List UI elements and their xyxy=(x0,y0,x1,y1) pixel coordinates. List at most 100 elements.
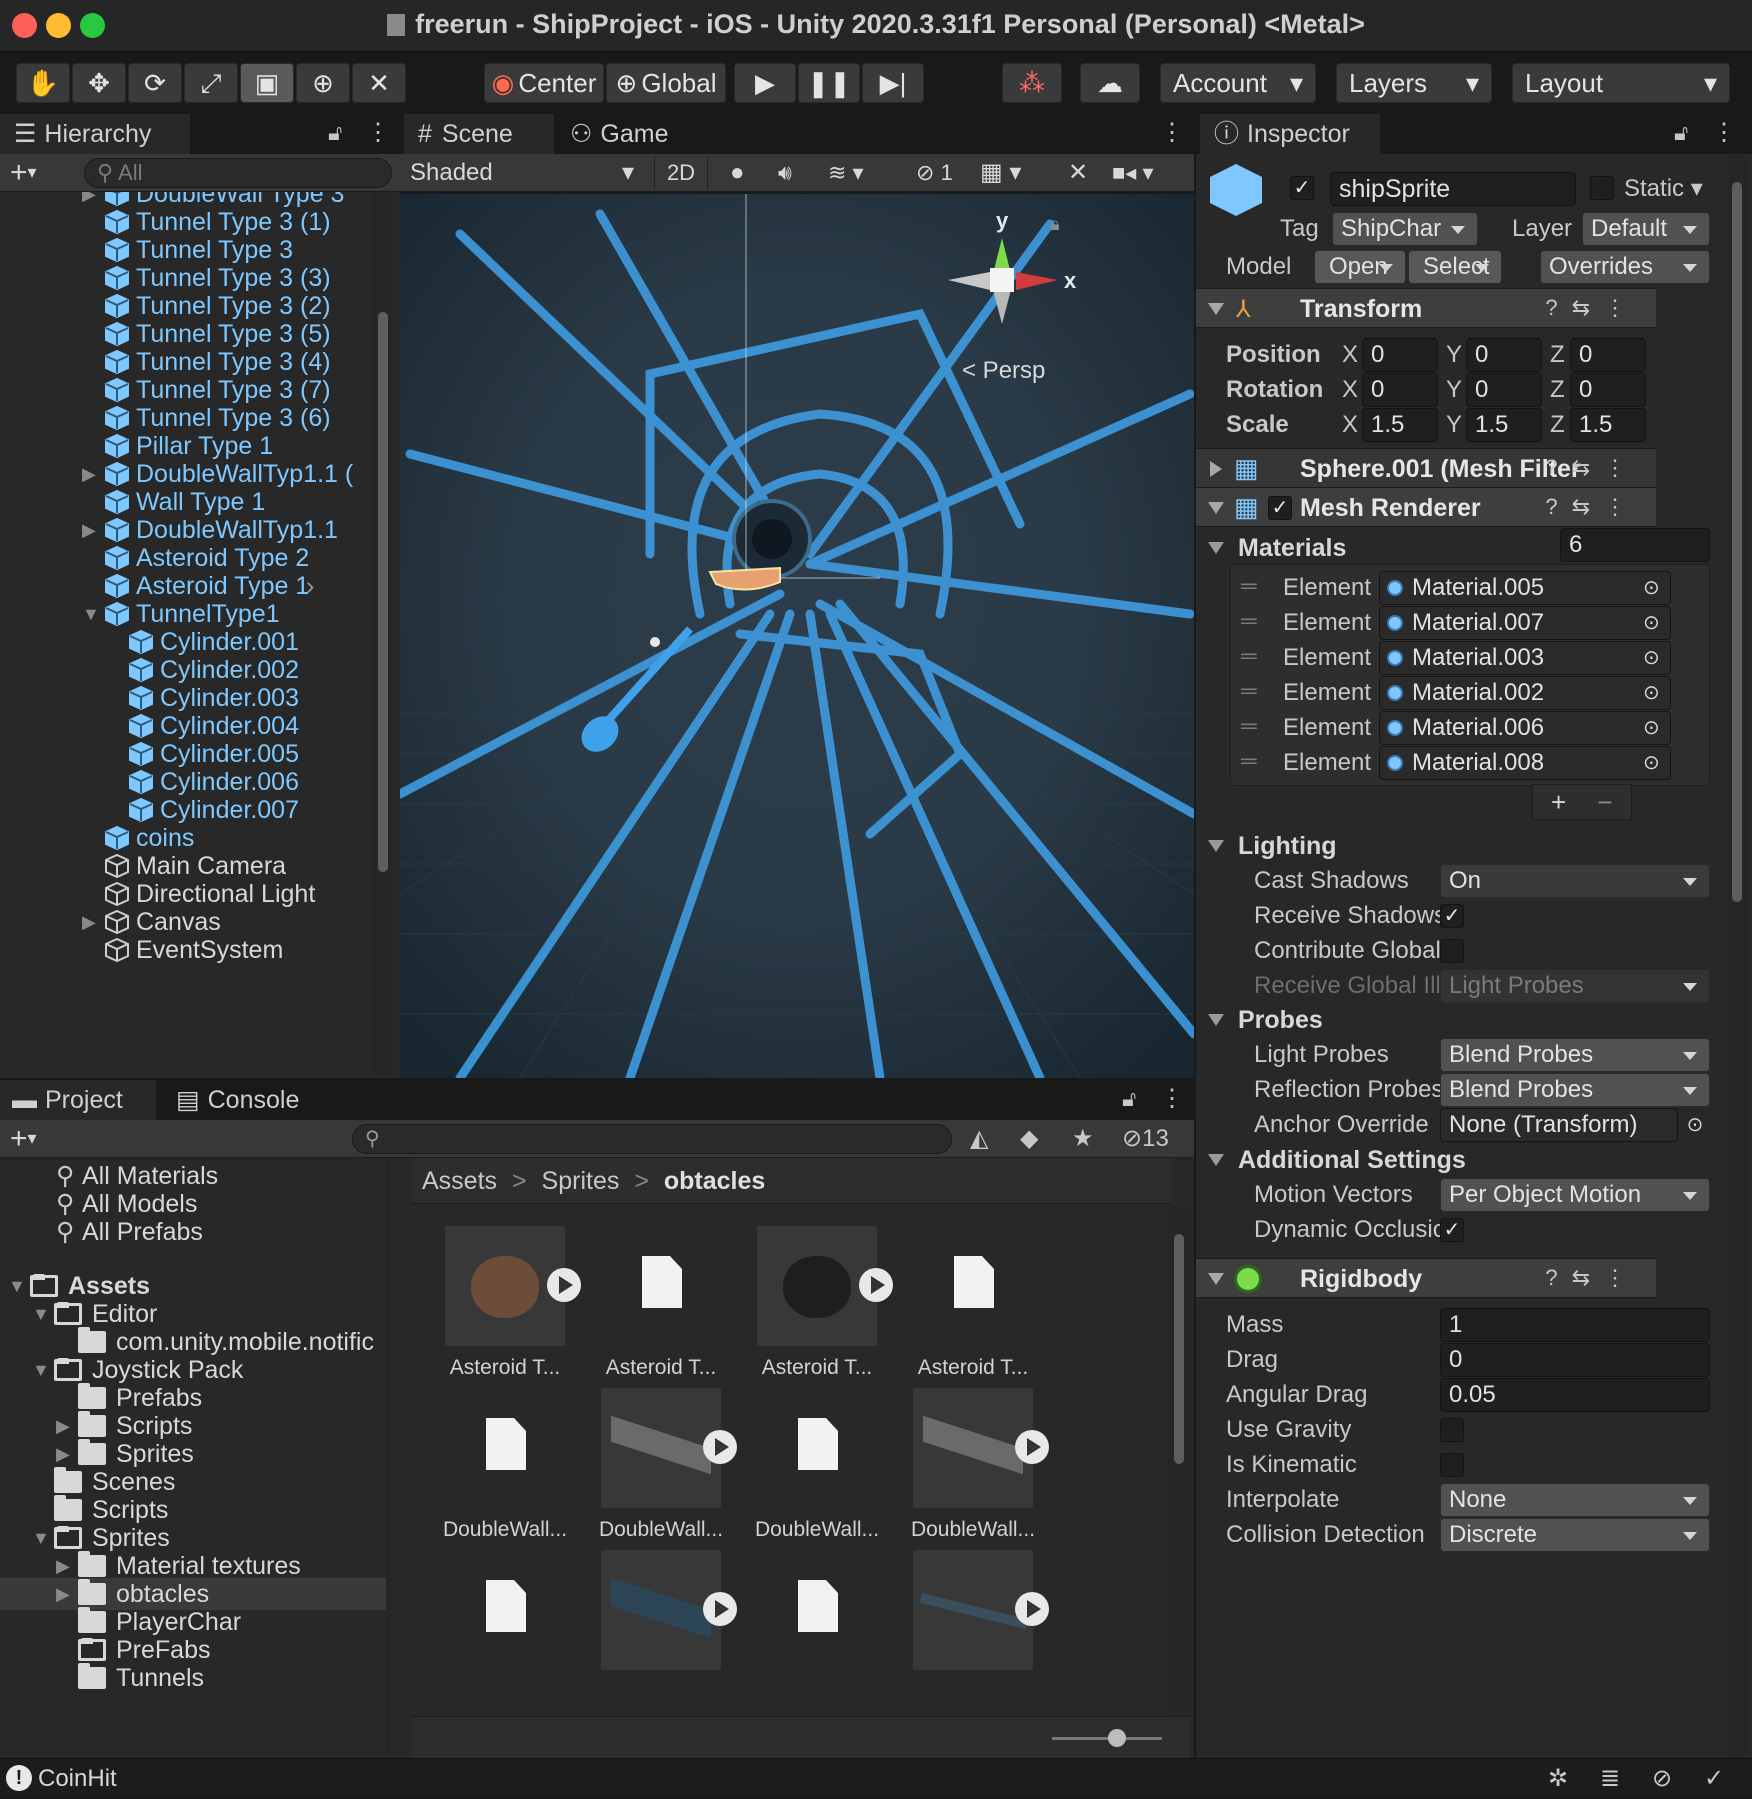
anchor-override-field[interactable]: None (Transform) xyxy=(1440,1108,1678,1142)
tab-game[interactable]: ⚇ Game xyxy=(556,114,706,154)
transform-header[interactable]: ⅄ Transform ?⇆⋮ xyxy=(1196,288,1656,328)
inspector-scroll-thumb[interactable] xyxy=(1732,182,1742,902)
probes-foldout[interactable]: Probes xyxy=(1208,1006,1323,1035)
custom-tool-button[interactable]: ✕ xyxy=(352,63,406,103)
pivot-global-button[interactable]: ⊕ Global xyxy=(606,63,726,103)
hierarchy-search-input[interactable]: ⚲ All xyxy=(84,158,392,188)
play-preview-icon[interactable] xyxy=(859,1268,893,1302)
auto-generate-lighting-icon[interactable]: ⊘ xyxy=(1652,1759,1672,1799)
asset-scroll-thumb[interactable] xyxy=(1174,1234,1184,1464)
lock-icon[interactable]: 🔓︎ xyxy=(328,120,342,146)
model-select-button[interactable]: Select xyxy=(1408,250,1502,284)
is-kinematic-checkbox[interactable] xyxy=(1440,1453,1464,1477)
static-label[interactable]: Static ▾ xyxy=(1624,172,1703,206)
play-preview-icon[interactable] xyxy=(1015,1430,1049,1464)
tab-inspector[interactable]: ⓘ Inspector xyxy=(1200,114,1380,154)
asset-item[interactable]: DoubleWall... xyxy=(586,1388,737,1542)
asset-item[interactable]: DoubleWall... xyxy=(742,1388,892,1542)
meshrenderer-enabled-checkbox[interactable]: ✓ xyxy=(1268,496,1292,520)
component-actions[interactable]: ?⇆⋮ xyxy=(1545,455,1640,481)
folder-tree-item[interactable]: Tunnels xyxy=(0,1662,380,1694)
hierarchy-scroll-thumb[interactable] xyxy=(378,312,388,872)
component-actions[interactable]: ?⇆⋮ xyxy=(1545,295,1640,321)
tab-scene[interactable]: # Scene xyxy=(404,114,554,154)
hierarchy-item[interactable]: EventSystem xyxy=(0,934,370,966)
material-field[interactable]: Material.007 xyxy=(1379,606,1671,640)
more-menu-icon[interactable]: ⋮ xyxy=(366,118,390,147)
drag-handle-icon[interactable]: ═ xyxy=(1241,573,1257,599)
project-search-input[interactable]: ⚲ xyxy=(352,1124,952,1154)
favorite-star-icon[interactable]: ★ xyxy=(1072,1120,1094,1158)
hierarchy-scrollbar[interactable] xyxy=(372,192,394,1074)
material-field[interactable]: Material.003 xyxy=(1379,641,1671,675)
asset-item[interactable] xyxy=(898,1550,1049,1680)
camera-dropdown-icon[interactable]: ■◂ ▾ xyxy=(1112,156,1154,190)
thumbnail-size-slider[interactable] xyxy=(1052,1729,1162,1747)
material-field[interactable]: Material.005 xyxy=(1379,571,1671,605)
scale-z-field[interactable]: 1.5 xyxy=(1570,408,1646,442)
perspective-label[interactable]: < Persp xyxy=(962,357,1045,384)
meshrenderer-header[interactable]: ▦ ✓ Mesh Renderer ?⇆⋮ xyxy=(1196,487,1656,527)
account-dropdown[interactable]: Account ▾ xyxy=(1160,63,1316,103)
layers-dropdown[interactable]: Layers ▾ xyxy=(1336,63,1492,103)
object-picker-icon[interactable]: ⊙ xyxy=(1643,606,1660,640)
static-checkbox[interactable] xyxy=(1590,176,1614,200)
materials-foldout[interactable]: Materials xyxy=(1208,534,1346,563)
tab-console[interactable]: ▤ Console xyxy=(158,1080,328,1120)
model-open-button[interactable]: Open xyxy=(1314,250,1406,284)
drag-field[interactable]: 0 xyxy=(1440,1343,1710,1377)
material-field[interactable]: Material.002 xyxy=(1379,676,1671,710)
create-button[interactable]: +▾ xyxy=(10,154,37,191)
lock-icon[interactable]: 🔓︎ xyxy=(1122,1086,1136,1112)
create-asset-button[interactable]: +▾ xyxy=(10,1120,37,1157)
debug-icon[interactable]: ✲ xyxy=(1548,1759,1568,1799)
add-element-button[interactable]: + xyxy=(1551,787,1566,817)
object-picker-icon[interactable]: ⊙ xyxy=(1643,711,1660,745)
rotation-y-field[interactable]: 0 xyxy=(1466,373,1542,407)
interpolate-dropdown[interactable]: None xyxy=(1440,1483,1710,1517)
scene-viewport[interactable]: y x < Persp 🔒︎ xyxy=(400,194,1194,1078)
more-menu-icon[interactable]: ⋮ xyxy=(1160,1084,1184,1113)
mass-field[interactable]: 1 xyxy=(1440,1308,1710,1342)
lock-icon[interactable]: 🔓︎ xyxy=(1674,120,1688,146)
rotation-x-field[interactable]: 0 xyxy=(1362,373,1438,407)
angular-drag-field[interactable]: 0.05 xyxy=(1440,1378,1710,1412)
component-actions[interactable]: ?⇆⋮ xyxy=(1545,494,1640,520)
position-x-field[interactable]: 0 xyxy=(1362,338,1438,372)
play-preview-icon[interactable] xyxy=(703,1592,737,1626)
component-actions[interactable]: ?⇆⋮ xyxy=(1545,1265,1640,1291)
move-tool-button[interactable]: ✥ xyxy=(72,63,126,103)
tab-project[interactable]: ▬ Project xyxy=(0,1080,156,1120)
asset-item[interactable] xyxy=(742,1550,892,1680)
shading-mode-dropdown[interactable]: Shaded ▾ xyxy=(404,156,640,190)
play-preview-icon[interactable] xyxy=(547,1268,581,1302)
tag-dropdown[interactable]: ShipChar xyxy=(1332,212,1478,246)
rotation-y-label[interactable]: Y xyxy=(1446,373,1462,407)
asset-item[interactable]: Asteroid T... xyxy=(742,1226,893,1380)
collab-icon[interactable]: ⁂ xyxy=(1002,63,1062,103)
step-button[interactable]: ▶| xyxy=(862,63,924,103)
mode-2d-toggle[interactable]: 2D xyxy=(654,156,708,190)
hand-tool-button[interactable]: ✋ xyxy=(16,63,70,103)
receive-shadows-checkbox[interactable]: ✓ xyxy=(1440,904,1464,928)
scale-x-label[interactable]: X xyxy=(1342,408,1358,442)
more-menu-icon[interactable]: ⋮ xyxy=(1712,118,1736,147)
scale-z-label[interactable]: Z xyxy=(1550,408,1565,442)
collision-detection-dropdown[interactable]: Discrete xyxy=(1440,1518,1710,1552)
hidden-objects-toggle[interactable]: ⊘ 1 xyxy=(916,156,953,190)
effects-dropdown-icon[interactable]: ≋ ▾ xyxy=(828,156,864,190)
rotation-z-field[interactable]: 0 xyxy=(1570,373,1646,407)
cast-shadows-dropdown[interactable]: On xyxy=(1440,864,1710,898)
inspector-scrollbar[interactable] xyxy=(1726,154,1748,1758)
drag-handle-icon[interactable]: ═ xyxy=(1241,748,1257,774)
position-z-label[interactable]: Z xyxy=(1550,338,1565,372)
filter-by-type-icon[interactable]: ◭ xyxy=(970,1120,988,1158)
pivot-center-button[interactable]: ◉ Center xyxy=(484,63,604,103)
object-name-field[interactable]: shipSprite xyxy=(1330,172,1576,206)
layout-dropdown[interactable]: Layout ▾ xyxy=(1512,63,1730,103)
pause-button[interactable]: ❚❚ xyxy=(798,63,860,103)
more-menu-icon[interactable]: ⋮ xyxy=(1160,118,1184,147)
lighting-toggle-icon[interactable]: ● xyxy=(730,156,745,190)
asset-item[interactable] xyxy=(430,1550,580,1680)
grid-snap-icon[interactable]: ▦ ▾ xyxy=(980,156,1021,190)
